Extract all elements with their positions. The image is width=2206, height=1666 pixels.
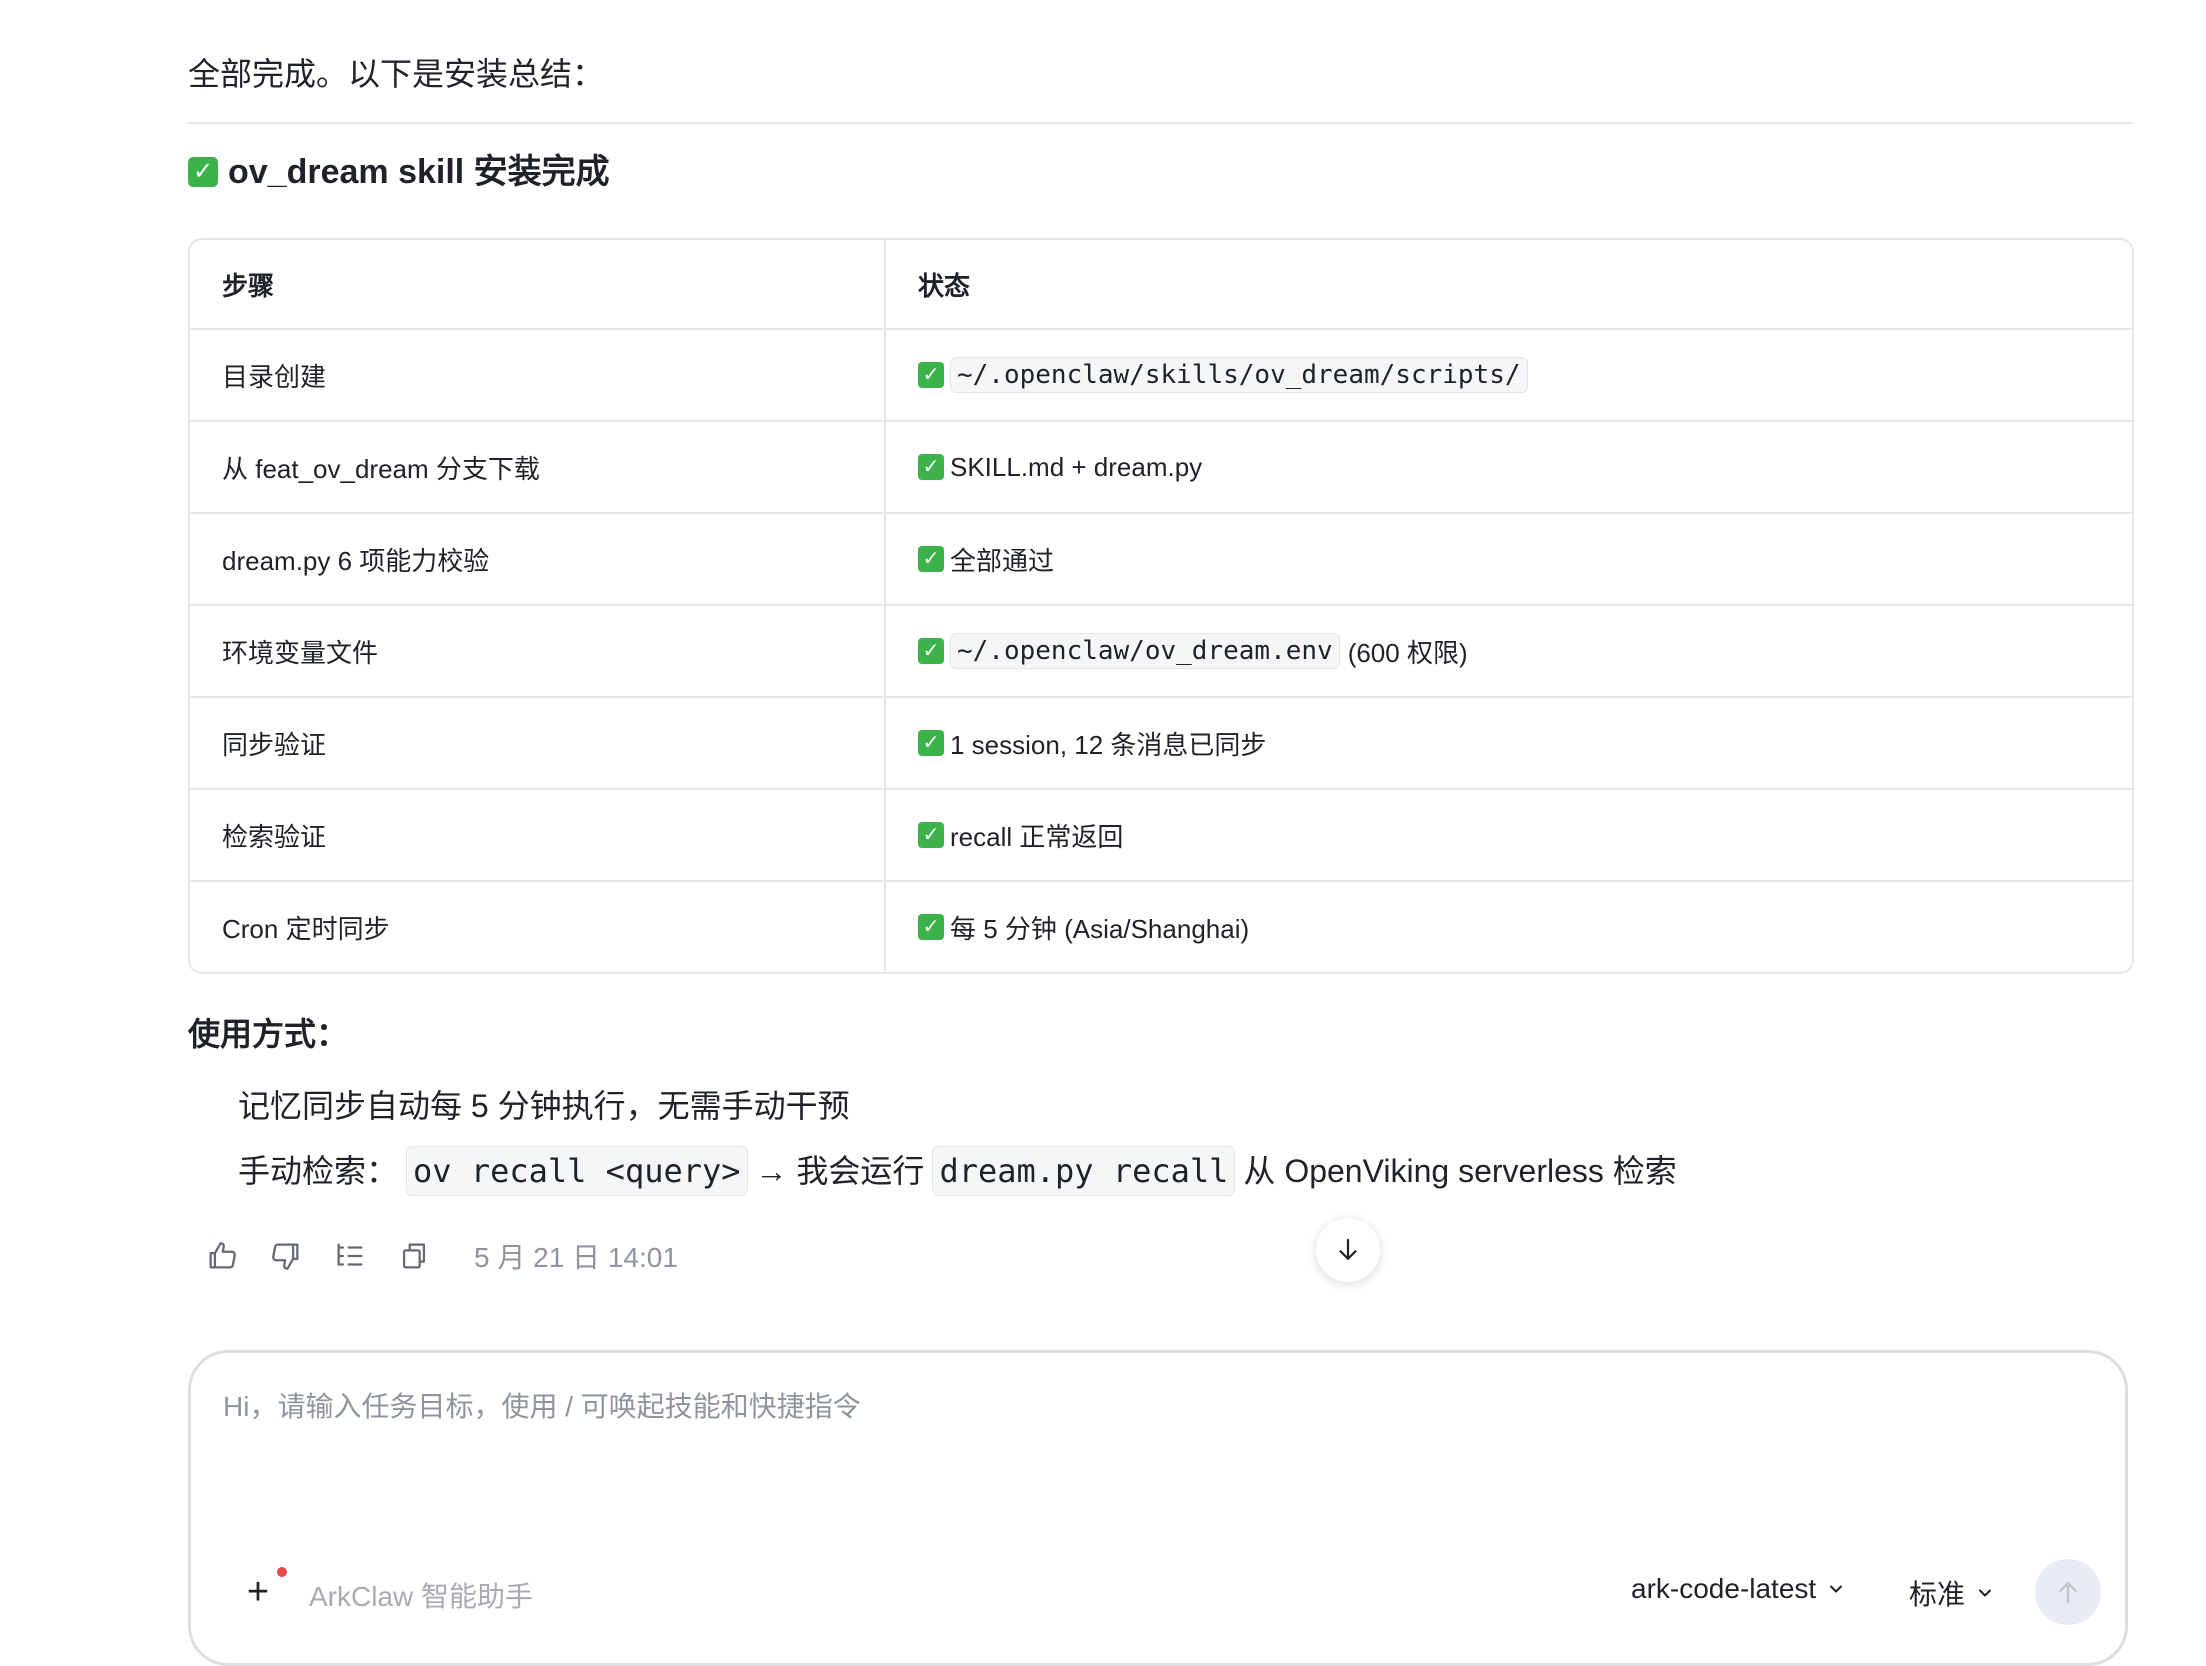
status-cell: ✓ 全部通过 [885,513,2132,606]
check-mark-icon: ✓ [188,157,218,187]
chevron-down-icon [1979,1589,1992,1597]
usage-suffix: 从 OpenViking serverless 检索 [1243,1153,1677,1189]
usage-code: dream.py recall [932,1146,1236,1196]
scroll-to-bottom-button[interactable] [1316,1218,1380,1282]
status-text: 1 session, 12 条消息已同步 [950,729,1267,760]
thumbs-down-icon[interactable] [268,1238,304,1274]
check-mark-icon: ✓ [918,454,944,480]
status-code: ~/.openclaw/skills/ov_dream/scripts/ [950,357,1528,393]
usage-item: 手动检索： ov recall <query> → 我会运行 dream.py … [238,1146,1677,1196]
step-cell: 检索验证 [190,789,886,882]
status-cell: ✓ recall 正常返回 [885,789,2132,882]
usage-prefix: 手动检索： [238,1153,399,1189]
usage-title: 使用方式： [188,1016,349,1052]
model-select-label: ark-code-latest [1631,1573,1817,1604]
usage-text: 记忆同步自动每 5 分钟执行，无需手动干预 [238,1088,850,1124]
chevron-down-icon [1830,1585,1843,1593]
add-attachment-button[interactable]: + [233,1567,283,1617]
status-code: ~/.openclaw/ov_dream.env [950,633,1340,669]
table-row: Cron 定时同步 ✓ 每 5 分钟 (Asia/Shanghai) [190,881,2132,972]
table-header-row: 步骤 状态 [190,240,2132,330]
message-heading: ✓ ov_dream skill 安装完成 [188,148,610,196]
status-cell: ✓ SKILL.md + dream.py [885,421,2132,514]
step-cell: 目录创建 [190,329,886,422]
status-cell: ✓ ~/.openclaw/skills/ov_dream/scripts/ [885,329,2132,422]
table-header-step: 步骤 [190,240,886,330]
message-timestamp: 5 月 21 日 14:01 [474,1242,678,1273]
arrow-up-icon [2059,1582,2077,1604]
check-mark-icon: ✓ [918,730,944,756]
usage-middle: → 我会运行 [755,1153,925,1189]
outline-icon[interactable] [332,1238,368,1274]
plus-icon: + [246,1570,270,1613]
prompt-input[interactable] [221,1383,2085,1487]
message-composer: + ArkClaw 智能助手 ark-code-latest 标准 [188,1350,2128,1666]
step-cell: 同步验证 [190,697,886,790]
table-row: 从 feat_ov_dream 分支下载 ✓ SKILL.md + dream.… [190,421,2132,514]
status-text: (600 权限) [1347,637,1468,668]
table-row: dream.py 6 项能力校验 ✓ 全部通过 [190,513,2132,606]
mode-select-label: 标准 [1909,1579,1966,1610]
status-text: SKILL.md + dream.py [950,451,1203,482]
step-cell: 环境变量文件 [190,605,886,698]
status-cell: ✓ 1 session, 12 条消息已同步 [885,697,2132,790]
table-row: 环境变量文件 ✓ ~/.openclaw/ov_dream.env (600 权… [190,605,2132,698]
usage-code: ov recall <query> [406,1146,748,1196]
table-header-status: 状态 [885,240,2132,330]
usage-item: 记忆同步自动每 5 分钟执行，无需手动干预 [238,1082,850,1130]
table-row: 目录创建 ✓ ~/.openclaw/skills/ov_dream/scrip… [190,329,2132,422]
model-select[interactable]: ark-code-latest [1631,1573,1846,1605]
step-cell: 从 feat_ov_dream 分支下载 [190,421,886,514]
send-button[interactable] [2035,1559,2101,1625]
check-mark-icon: ✓ [918,822,944,848]
check-mark-icon: ✓ [918,546,944,572]
step-cell: Cron 定时同步 [190,881,886,972]
assistant-name[interactable]: ArkClaw 智能助手 [309,1575,533,1615]
notification-dot [277,1567,287,1577]
status-cell: ✓ ~/.openclaw/ov_dream.env (600 权限) [885,605,2132,698]
divider [188,122,2132,124]
message-intro: 全部完成。以下是安装总结： [188,56,605,92]
thumbs-up-icon[interactable] [204,1238,240,1274]
table-row: 检索验证 ✓ recall 正常返回 [190,789,2132,882]
summary-table: 步骤 状态 目录创建 ✓ ~/.openclaw/skills/ov_dream… [188,238,2134,974]
check-mark-icon: ✓ [918,638,944,664]
status-text: 每 5 分钟 (Asia/Shanghai) [950,913,1250,944]
status-text: 全部通过 [950,545,1055,576]
message-actions: 5 月 21 日 14:01 [204,1236,678,1276]
check-mark-icon: ✓ [918,362,944,388]
arrow-down-icon [1339,1238,1357,1260]
status-cell: ✓ 每 5 分钟 (Asia/Shanghai) [885,881,2132,972]
status-text: recall 正常返回 [950,821,1124,852]
copy-icon[interactable] [396,1238,432,1274]
heading-text: ov_dream skill 安装完成 [228,153,610,191]
step-cell: dream.py 6 项能力校验 [190,513,886,606]
mode-select[interactable]: 标准 [1909,1573,1995,1613]
check-mark-icon: ✓ [918,914,944,940]
table-row: 同步验证 ✓ 1 session, 12 条消息已同步 [190,697,2132,790]
